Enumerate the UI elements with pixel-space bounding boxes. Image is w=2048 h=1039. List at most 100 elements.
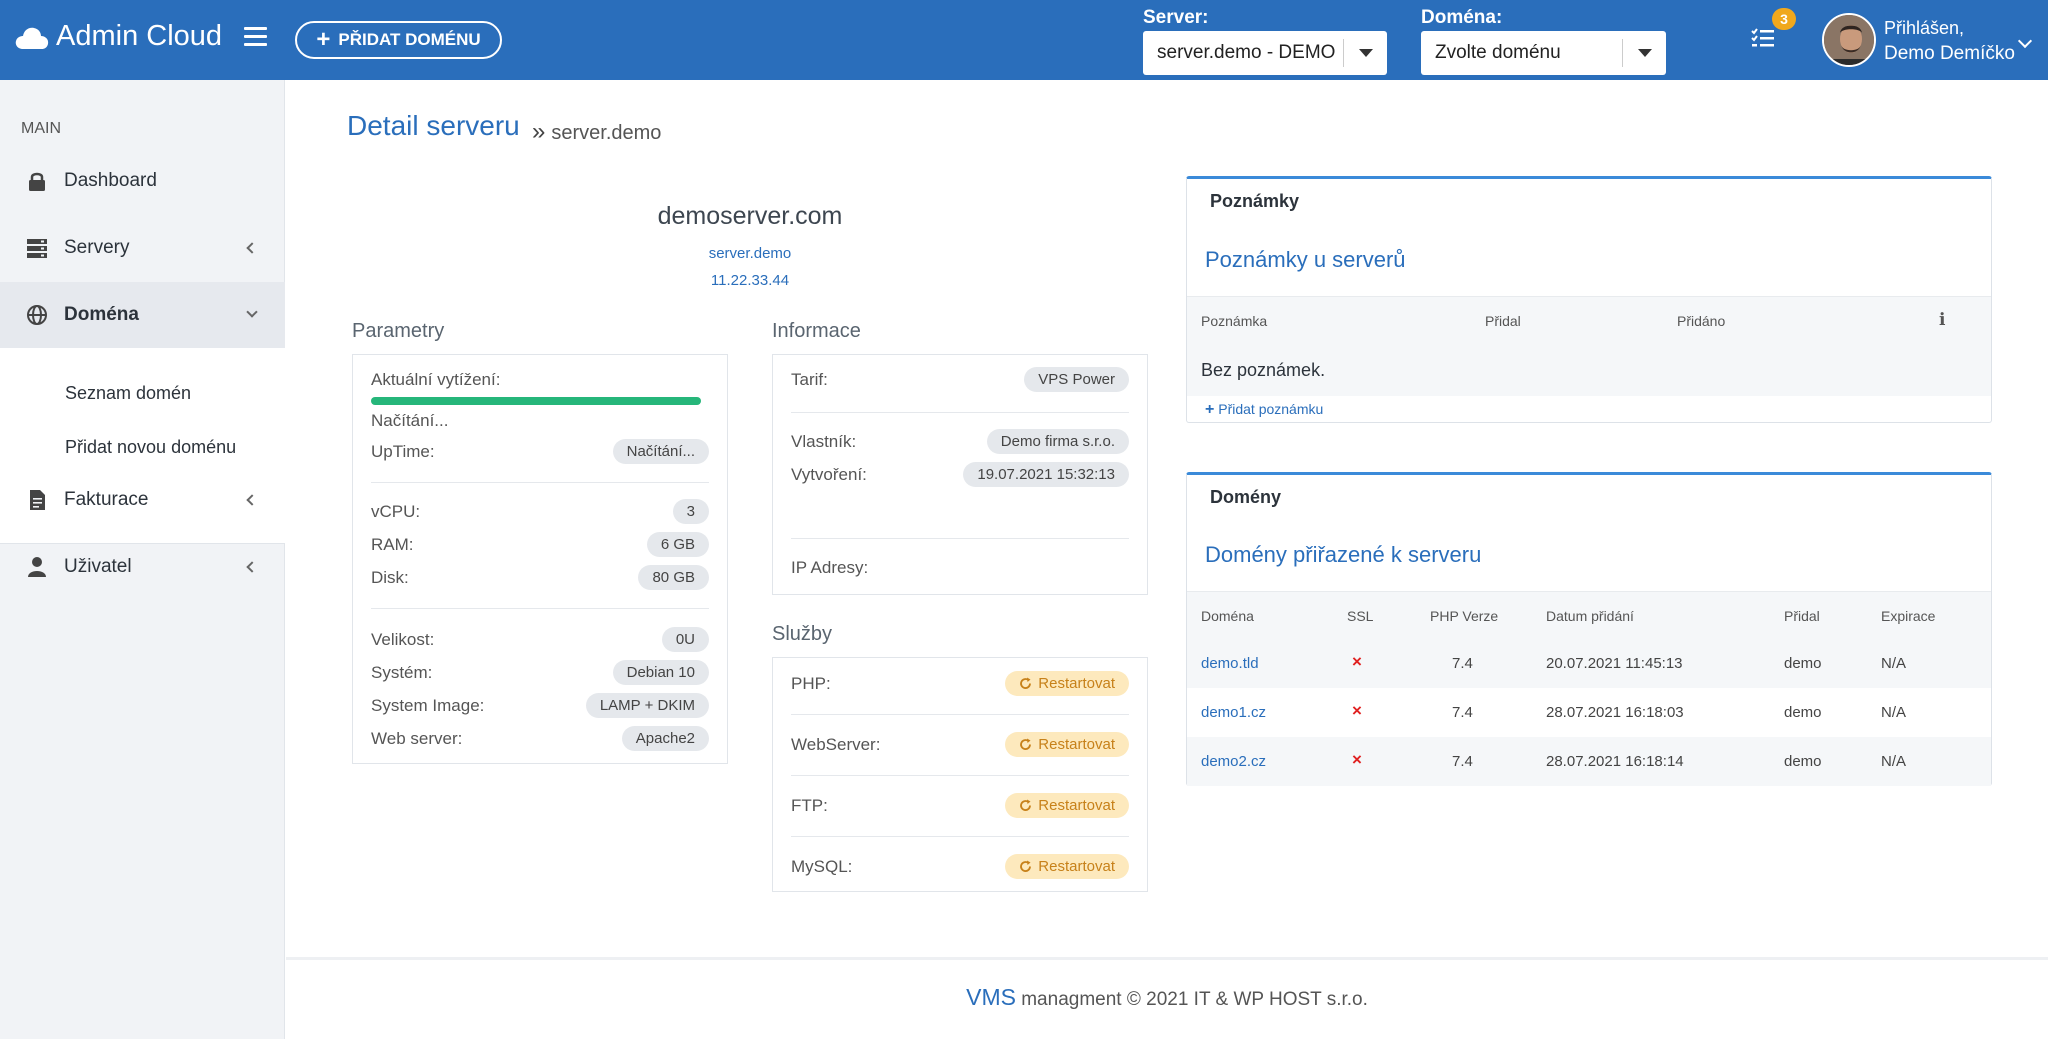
domain-select[interactable]: Zvolte doménu xyxy=(1421,31,1666,75)
avatar[interactable] xyxy=(1822,13,1876,67)
domain-link[interactable]: demo.tld xyxy=(1201,655,1259,672)
table-row: demo1.cz × 7.4 28.07.2021 16:18:03 demo … xyxy=(1187,688,1991,737)
notes-empty-text: Bez poznámek. xyxy=(1201,360,1326,380)
expiration: N/A xyxy=(1881,655,1907,672)
sidebar: MAIN Dashboard Servery Doména Seznam dom… xyxy=(0,80,285,1039)
sidebar-item-label: Fakturace xyxy=(64,489,149,510)
column-header[interactable]: PHP Verze xyxy=(1430,608,1498,624)
refresh-icon xyxy=(1020,799,1032,811)
disk-row: Disk: 80 GB xyxy=(371,565,709,590)
server-ip: 11.22.33.44 xyxy=(710,272,790,289)
footer-brand[interactable]: VMS xyxy=(966,984,1016,1010)
add-domain-button[interactable]: + PŘIDAT DOMÉNU xyxy=(295,21,502,59)
size-label: Velikost: xyxy=(371,629,435,649)
brand-name: Admin Cloud xyxy=(56,20,223,52)
submenu-pridat-domenu[interactable]: Přidat novou doménu xyxy=(65,437,236,458)
divider xyxy=(791,412,1129,413)
ram-row: RAM: 6 GB xyxy=(371,532,709,557)
created-row: Vytvoření: 19.07.2021 15:32:13 xyxy=(791,462,1129,487)
php-version: 7.4 xyxy=(1452,753,1473,770)
domains-table-header: Doména SSL PHP Verze Datum přidání Přida… xyxy=(1187,591,1991,639)
service-row-webserver: WebServer: Restartovat xyxy=(791,732,1129,757)
column-header[interactable]: Datum přidání xyxy=(1546,608,1634,624)
created-value: 19.07.2021 15:32:13 xyxy=(963,462,1129,487)
service-row-mysql: MySQL: Restartovat xyxy=(791,854,1129,879)
system-label: Systém: xyxy=(371,662,433,682)
load-row: Aktuální vytížení: xyxy=(371,370,709,390)
webserver-value: Apache2 xyxy=(621,726,709,751)
domain-link[interactable]: demo1.cz xyxy=(1201,704,1266,721)
server-select[interactable]: server.demo - DEMO xyxy=(1143,31,1387,75)
tasks-icon[interactable] xyxy=(1750,26,1776,50)
cloud-icon xyxy=(15,27,49,49)
restart-label: Restartovat xyxy=(1038,675,1115,692)
restart-label: Restartovat xyxy=(1038,797,1115,814)
divider xyxy=(791,714,1129,715)
restart-php-button[interactable]: Restartovat xyxy=(1005,671,1129,696)
chevron-left-icon xyxy=(246,494,258,506)
chevron-left-icon xyxy=(246,242,258,254)
add-note-label: Přidat poznámku xyxy=(1218,401,1324,417)
submenu-seznam-domen[interactable]: Seznam domén xyxy=(65,383,191,404)
domains-panel-title: Domény přiřazené k serveru xyxy=(1205,542,1482,567)
params-card: Aktuální vytížení: Načítání... UpTime: N… xyxy=(352,354,728,764)
sidebar-item-label: Dashboard xyxy=(64,170,157,191)
php-version: 7.4 xyxy=(1452,704,1473,721)
column-header[interactable]: Přidal xyxy=(1784,608,1820,624)
notes-empty-row: Bez poznámek. xyxy=(1187,344,1991,396)
load-progress-bar xyxy=(371,397,701,405)
column-header[interactable]: Doména xyxy=(1201,608,1254,624)
info-title: Informace xyxy=(772,320,861,342)
menu-toggle-icon[interactable] xyxy=(244,27,267,47)
table-row: demo.tld × 7.4 20.07.2021 11:45:13 demo … xyxy=(1187,639,1991,688)
column-header[interactable]: Expirace xyxy=(1881,608,1935,624)
params-title: Parametry xyxy=(352,320,445,342)
refresh-icon xyxy=(1020,677,1032,689)
notes-panel: Poznámky Poznámky u serverů Poznámka Při… xyxy=(1186,176,1992,423)
add-note-link[interactable]: + Přidat poznámku xyxy=(1205,401,1323,419)
column-header[interactable]: SSL xyxy=(1347,608,1373,624)
domains-panel-head: Domény xyxy=(1210,487,1282,507)
ip-label: IP Adresy: xyxy=(791,558,869,577)
size-row: Velikost: 0U xyxy=(371,627,709,652)
column-header[interactable]: Poznámka xyxy=(1201,313,1267,329)
brand-logo[interactable]: Admin Cloud xyxy=(14,20,222,53)
refresh-icon xyxy=(1020,738,1032,750)
ram-value: 6 GB xyxy=(646,532,709,557)
sidebar-item-label: Uživatel xyxy=(64,556,132,577)
server-hostname: demoserver.com xyxy=(657,202,843,230)
tarif-row: Tarif: VPS Power xyxy=(791,367,1129,392)
service-row-php: PHP: Restartovat xyxy=(791,671,1129,696)
restart-mysql-button[interactable]: Restartovat xyxy=(1005,854,1129,879)
sidebar-item-domena[interactable]: Doména xyxy=(0,282,285,348)
chevron-down-icon[interactable] xyxy=(2017,33,2033,49)
added-by: demo xyxy=(1784,655,1822,672)
top-bar: Admin Cloud + PŘIDAT DOMÉNU Server: serv… xyxy=(0,0,2048,80)
user-info[interactable]: Přihlášen, Demo Demíčko xyxy=(1884,15,2015,67)
divider xyxy=(791,836,1129,837)
restart-ftp-button[interactable]: Restartovat xyxy=(1005,793,1129,818)
domain-link[interactable]: demo2.cz xyxy=(1201,753,1266,770)
sidebar-item-dashboard[interactable]: Dashboard xyxy=(0,148,285,214)
sidebar-item-servery[interactable]: Servery xyxy=(0,215,285,281)
column-header[interactable]: Přidal xyxy=(1485,313,1521,329)
ssl-disabled-icon: × xyxy=(1352,701,1362,720)
uptime-label: UpTime: xyxy=(371,441,435,461)
image-label: System Image: xyxy=(371,695,485,715)
column-header[interactable]: Přidáno xyxy=(1677,313,1725,329)
added-by: demo xyxy=(1784,704,1822,721)
info-icon[interactable]: ℹ xyxy=(1939,310,1945,330)
restart-webserver-button[interactable]: Restartovat xyxy=(1005,732,1129,757)
disk-label: Disk: xyxy=(371,567,409,587)
sidebar-item-fakturace[interactable]: Fakturace xyxy=(0,467,285,533)
globe-icon xyxy=(27,305,47,325)
ram-label: RAM: xyxy=(371,534,414,554)
chevron-down-icon xyxy=(246,306,258,318)
sidebar-section-label: MAIN xyxy=(21,120,61,137)
vcpu-value: 3 xyxy=(672,499,709,524)
vcpu-row: vCPU: 3 xyxy=(371,499,709,524)
webserver-label: Web server: xyxy=(371,728,463,748)
sidebar-item-uzivatel[interactable]: Uživatel xyxy=(0,534,285,600)
ssl-disabled-icon: × xyxy=(1352,750,1362,769)
owner-label: Vlastník: xyxy=(791,431,857,451)
